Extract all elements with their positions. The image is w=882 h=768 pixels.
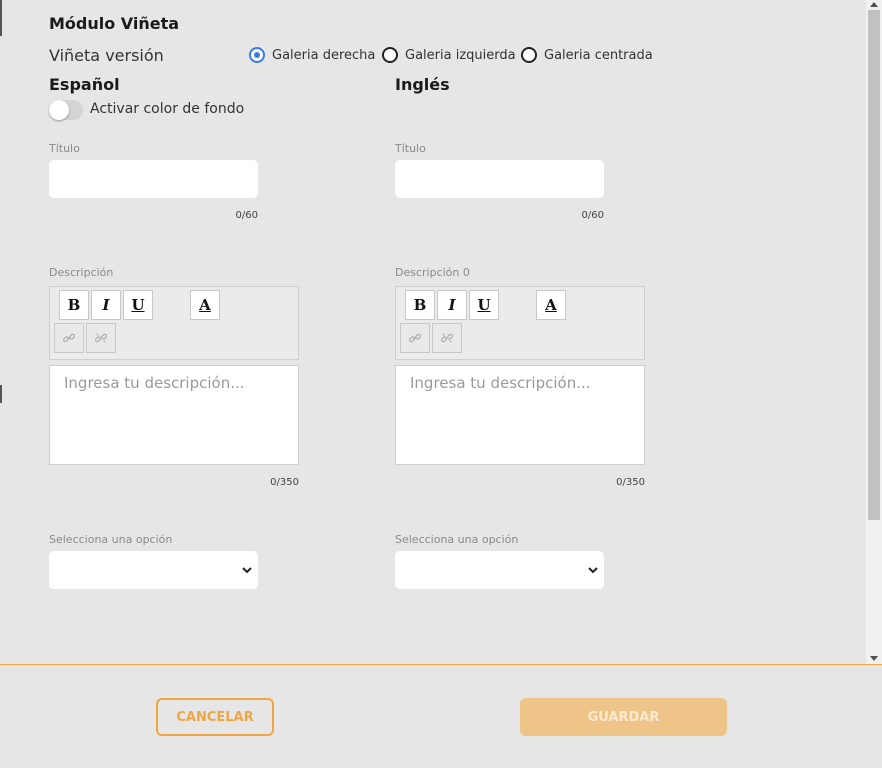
radio-unselected-icon[interactable] <box>382 47 398 63</box>
scrollbar-thumb[interactable] <box>868 10 880 520</box>
link-icon[interactable] <box>400 323 430 353</box>
unlink-icon[interactable] <box>432 323 462 353</box>
english-description-counter: 0/350 <box>616 477 645 488</box>
spanish-title-input[interactable] <box>49 160 258 198</box>
link-icon[interactable] <box>54 323 84 353</box>
scroll-down-icon[interactable] <box>870 656 878 661</box>
english-select-label: Selecciona una opción <box>395 533 519 546</box>
radio-galeria-centrada[interactable]: Galeria centrada <box>521 47 653 63</box>
version-label: Viñeta versión <box>49 46 164 65</box>
italic-button[interactable]: I <box>91 290 121 320</box>
radio-unselected-icon[interactable] <box>521 47 537 63</box>
toggle-knob <box>49 100 69 120</box>
english-description-label: Descripción 0 <box>395 266 470 279</box>
spanish-description-editor[interactable]: Ingresa tu descripción... <box>49 365 299 465</box>
spanish-heading: Español <box>49 75 120 94</box>
radio-selected-icon[interactable] <box>249 47 265 63</box>
font-color-button[interactable]: A <box>190 290 220 320</box>
english-description-editor[interactable]: Ingresa tu descripción... <box>395 365 645 465</box>
spanish-title-counter: 0/60 <box>235 210 258 221</box>
radio-label: Galeria centrada <box>544 47 653 63</box>
english-option-select[interactable] <box>395 551 604 589</box>
spanish-description-label: Descripción <box>49 266 114 279</box>
background-color-toggle[interactable] <box>49 100 83 120</box>
underline-button[interactable]: U <box>123 290 153 320</box>
bold-button[interactable]: B <box>59 290 89 320</box>
italic-button[interactable]: I <box>437 290 467 320</box>
radio-galeria-derecha[interactable]: Galeria derecha <box>249 47 375 63</box>
chevron-down-icon <box>588 566 598 573</box>
radio-galeria-izquierda[interactable]: Galeria izquierda <box>382 47 516 63</box>
spanish-description-counter: 0/350 <box>270 477 299 488</box>
spanish-select-label: Selecciona una opción <box>49 533 173 546</box>
radio-label: Galeria derecha <box>272 47 376 63</box>
toggle-label: Activar color de fondo <box>90 101 245 117</box>
cancel-button[interactable]: CANCELAR <box>156 698 274 736</box>
unlink-icon[interactable] <box>86 323 116 353</box>
save-button[interactable]: GUARDAR <box>520 698 727 736</box>
underline-button[interactable]: U <box>469 290 499 320</box>
vertical-scrollbar[interactable] <box>866 0 882 664</box>
module-title: Módulo Viñeta <box>49 14 180 33</box>
spanish-option-select[interactable] <box>49 551 258 589</box>
radio-label: Galeria izquierda <box>405 47 516 63</box>
english-title-label: Título <box>395 142 426 155</box>
scroll-up-icon[interactable] <box>870 2 878 7</box>
modal-footer <box>0 664 882 768</box>
english-heading: Inglés <box>395 75 450 94</box>
spanish-editor-toolbar: B I U A <box>49 286 299 360</box>
window-edge-mark <box>0 0 2 36</box>
chevron-down-icon <box>242 566 252 573</box>
font-color-button[interactable]: A <box>536 290 566 320</box>
bold-button[interactable]: B <box>405 290 435 320</box>
english-editor-toolbar: B I U A <box>395 286 645 360</box>
english-title-input[interactable] <box>395 160 604 198</box>
window-edge-mark <box>0 385 2 403</box>
english-title-counter: 0/60 <box>581 210 604 221</box>
spanish-title-label: Título <box>49 142 80 155</box>
